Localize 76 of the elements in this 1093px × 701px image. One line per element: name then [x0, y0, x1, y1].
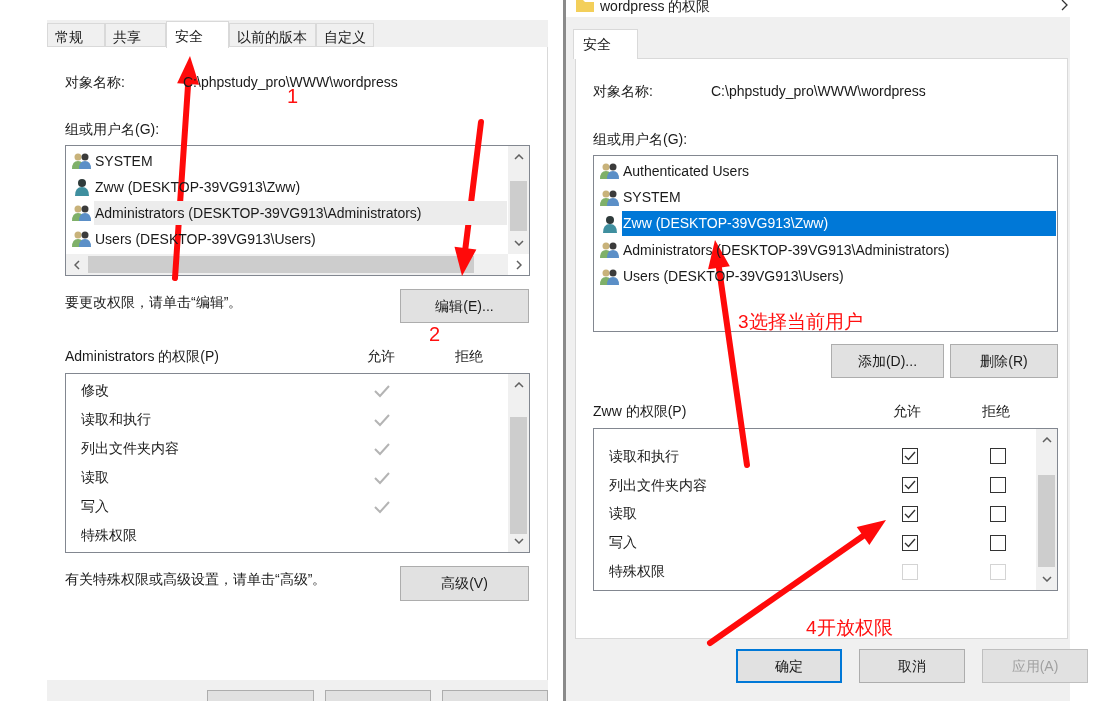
tab[interactable]: 安全 — [573, 29, 638, 59]
annotation-text: 1 — [287, 86, 299, 106]
hint-text: 要更改权限，请单击“编辑”。 — [65, 292, 243, 312]
field-label: 组或用户名(G): — [65, 120, 161, 139]
tab[interactable]: 以前的版本 — [229, 23, 316, 47]
list-item[interactable]: SYSTEM — [622, 185, 1056, 211]
hint-text: 有关特殊权限或高级设置，请单击“高级”。 — [65, 570, 327, 589]
permission-name: 列出文件夹内容 — [81, 439, 180, 458]
chevron-up-icon — [514, 154, 524, 160]
field-label: Administrators 的权限(P) — [65, 346, 221, 366]
annotation-text: 2 — [429, 324, 441, 344]
permission-name: 读取 — [81, 468, 110, 487]
permission-name: 修改 — [81, 381, 110, 400]
folder-icon — [576, 0, 594, 12]
user-icon — [72, 178, 92, 196]
checkbox[interactable] — [990, 477, 1006, 494]
list-item[interactable]: Administrators (DESKTOP-39VG913\Administrators) — [94, 201, 507, 225]
users-icon — [72, 230, 92, 248]
chevron-up-icon — [514, 382, 524, 388]
scrollbar[interactable] — [508, 146, 529, 254]
checkbox[interactable] — [990, 448, 1006, 465]
object-path: C:\phpstudy_pro\WWW\wordpress — [711, 81, 926, 101]
users-icon — [600, 241, 620, 260]
users-icon — [72, 152, 92, 170]
permission-name: 读取和执行 — [609, 446, 680, 466]
chevron-up-icon — [1042, 437, 1052, 443]
tab[interactable]: 安全 — [166, 21, 229, 48]
field-label: 对象名称: — [65, 72, 126, 92]
scrollbar[interactable] — [1036, 429, 1057, 590]
chevron-down-icon — [1042, 576, 1052, 582]
permission-name: 读取 — [609, 504, 638, 524]
users-icon — [72, 204, 92, 222]
chevron-right-icon — [516, 260, 522, 270]
annotation-text: 4开放权限 — [806, 618, 893, 637]
column-header: 允许 — [367, 346, 396, 366]
column-header: 拒绝 — [982, 401, 1010, 421]
permission-name: 列出文件夹内容 — [609, 475, 708, 495]
checkbox[interactable] — [990, 534, 1006, 551]
checkbox[interactable] — [902, 477, 918, 494]
list-item[interactable]: Authenticated Users — [622, 158, 1056, 184]
annotation-text: 3选择当前用户 — [738, 312, 863, 331]
list-item[interactable]: Zww (DESKTOP-39VG913\Zww) — [622, 211, 1056, 237]
button[interactable]: 添加(D)... — [831, 344, 944, 378]
button[interactable]: 高级(V) — [400, 566, 529, 601]
button[interactable]: 确定 — [736, 649, 842, 683]
permission-name: 写入 — [609, 533, 638, 553]
tab[interactable]: 自定义 — [316, 23, 374, 47]
field-label: 对象名称: — [593, 81, 654, 101]
button[interactable]: 编辑(E)... — [400, 289, 529, 323]
column-header: 拒绝 — [455, 346, 483, 366]
permission-name: 特殊权限 — [609, 562, 666, 582]
chevron-down-icon — [514, 240, 524, 246]
chevron-right-icon — [1061, 0, 1068, 11]
checkbox[interactable] — [902, 506, 918, 522]
checkbox[interactable] — [902, 448, 918, 465]
chevron-down-icon — [514, 538, 524, 544]
permission-name: 特殊权限 — [81, 526, 138, 545]
window-title: wordpress 的权限 — [600, 0, 711, 16]
chevron-left-icon — [74, 260, 80, 270]
permission-name: 写入 — [81, 497, 110, 516]
user-icon — [600, 214, 620, 233]
permission-name: 读取和执行 — [81, 410, 152, 429]
button[interactable]: 删除(R) — [950, 344, 1058, 378]
users-icon — [600, 267, 620, 286]
field-label: 组或用户名(G): — [593, 130, 689, 149]
checkbox[interactable] — [902, 534, 918, 551]
column-header: 允许 — [893, 401, 922, 421]
button[interactable]: 取消 — [859, 649, 965, 683]
scrollbar[interactable] — [508, 374, 529, 552]
users-icon — [600, 162, 620, 181]
field-label: Zww 的权限(P) — [593, 401, 688, 421]
list-item[interactable]: SYSTEM — [94, 149, 507, 173]
tab[interactable]: 常规 — [47, 23, 105, 47]
tab[interactable]: 共享 — [105, 23, 166, 47]
checkbox[interactable] — [990, 506, 1006, 522]
users-icon — [600, 188, 620, 207]
